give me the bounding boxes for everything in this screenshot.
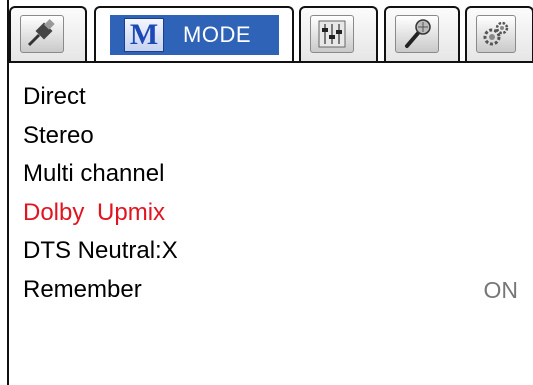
mode-tab-header: M MODE [110,15,279,55]
menu-item-remember[interactable]: Remember ON [23,271,518,310]
tab-input[interactable] [9,6,87,61]
menu-item-label: Remember [23,275,142,303]
microphone-icon [395,15,439,53]
remember-value: ON [483,276,519,303]
gears-icon [476,15,516,53]
mode-menu-screen: M MODE Direct Stereo Multi channel Dolby… [7,0,533,385]
hdmi-cable-icon [20,15,64,53]
mode-logo-icon: M [124,18,164,52]
tab-audio[interactable] [299,6,378,61]
menu-item-direct[interactable]: Direct [23,78,518,117]
tab-bar: M MODE [9,0,533,63]
mixer-sliders-icon [310,15,354,53]
menu-item-label: DTS Neutral:X [23,237,178,264]
menu-item-dolby-upmix[interactable]: Dolby Upmix [23,194,518,233]
menu-item-label: Direct [23,83,86,110]
tab-mode-label: MODE [183,22,251,47]
menu-item-label: Stereo [23,121,94,149]
tab-mode[interactable]: M MODE [94,6,294,63]
tab-bar-divider [9,61,533,63]
menu-item-label: Multi channel [23,160,165,187]
menu-item-multi-channel[interactable]: Multi channel [23,155,518,194]
tab-karaoke[interactable] [384,6,460,61]
menu-item-label: Dolby Upmix [23,198,166,226]
tab-settings[interactable] [465,6,533,61]
menu-item-stereo[interactable]: Stereo [23,117,518,156]
mode-options-list: Direct Stereo Multi channel Dolby Upmix … [23,78,518,309]
menu-item-dts-neutral-x[interactable]: DTS Neutral:X [23,232,518,271]
mode-logo-letter: M [129,18,159,51]
